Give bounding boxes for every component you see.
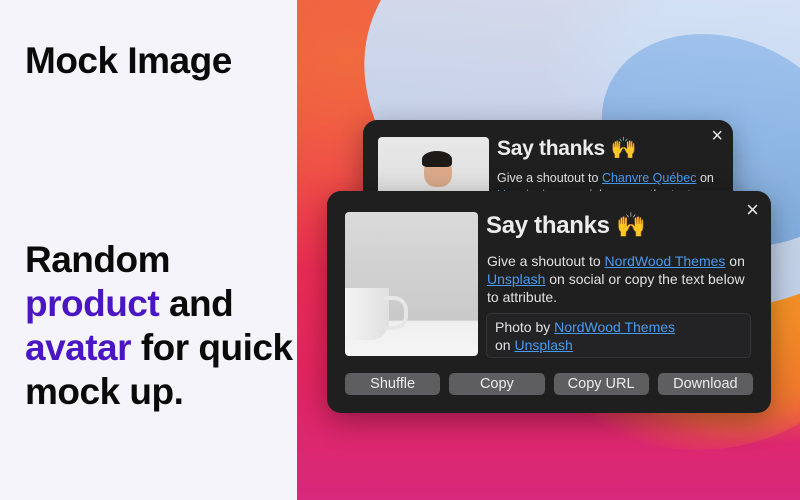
download-button[interactable]: Download — [657, 373, 753, 395]
app-title: Mock Image — [25, 40, 232, 81]
copy-url-button[interactable]: Copy URL — [553, 373, 649, 395]
shuffle-button[interactable]: Shuffle — [345, 373, 441, 395]
promo-panel: Mock Image Random product and avatar for… — [0, 0, 297, 500]
unsplash-link[interactable]: Unsplash — [487, 271, 545, 287]
author-link[interactable]: NordWood Themes — [605, 253, 726, 269]
card-description: Give a shoutout to NordWood Themes on Un… — [487, 252, 752, 306]
attribution-text: on — [495, 337, 511, 353]
card-title-text: Say thanks — [486, 212, 610, 239]
card-title: Say thanks 🙌 — [486, 211, 646, 240]
attribution-text: Photo by — [495, 319, 551, 335]
card-title: Say thanks 🙌 — [497, 137, 637, 161]
tagline-text: and — [168, 283, 234, 324]
tagline: Random product and avatar for quick mock… — [25, 238, 295, 414]
desc-text: Give a shoutout to — [487, 253, 601, 269]
raised-hands-icon: 🙌 — [610, 137, 637, 160]
mug-body — [345, 288, 389, 340]
action-buttons: Shuffle Copy Copy URL Download — [345, 373, 753, 395]
desc-text: Give a shoutout to — [497, 171, 599, 185]
desc-text: on — [699, 171, 714, 185]
attribution-author-link[interactable]: NordWood Themes — [554, 319, 675, 335]
attribution-unsplash-link[interactable]: Unsplash — [514, 337, 572, 353]
tagline-highlight-product: product — [25, 283, 160, 324]
tagline-highlight-avatar: avatar — [25, 327, 132, 368]
copy-button[interactable]: Copy — [449, 373, 545, 395]
raised-hands-icon: 🙌 — [616, 212, 646, 239]
attribution-box[interactable]: Photo by NordWood Themes on Unsplash — [486, 313, 751, 358]
author-link[interactable]: Chanvre Québec — [602, 171, 697, 185]
tagline-text: Random — [25, 239, 171, 280]
say-thanks-popover: Say thanks 🙌 × Give a shoutout to NordWo… — [327, 191, 771, 413]
close-icon[interactable]: × — [746, 197, 759, 223]
desc-text: on — [729, 253, 745, 269]
avatar-hair — [422, 151, 452, 167]
card-title-text: Say thanks — [497, 137, 605, 160]
close-icon[interactable]: × — [711, 125, 723, 148]
product-photo — [345, 212, 478, 356]
mug-handle — [384, 296, 408, 330]
